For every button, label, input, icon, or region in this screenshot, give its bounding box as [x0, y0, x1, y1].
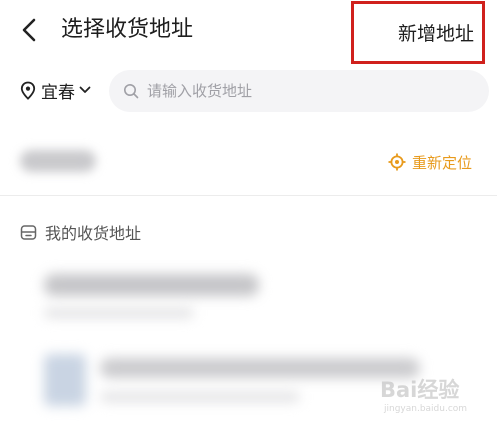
address-list-item[interactable] [0, 262, 497, 334]
location-pin-icon [20, 81, 36, 100]
relocate-label: 重新定位 [412, 153, 473, 172]
add-address-label: 新增地址 [397, 23, 474, 45]
watermark-url-text: jingyan.baidu.com [384, 404, 468, 414]
chevron-left-icon [22, 18, 36, 42]
section-divider [0, 195, 497, 196]
search-icon [124, 84, 139, 99]
address-book-icon [20, 224, 37, 240]
crosshair-icon [388, 153, 406, 171]
header-bar: 选择收货地址 新增地址 [0, 0, 497, 64]
relocate-button[interactable]: 重新定位 [388, 150, 472, 174]
watermark-logo-text: Bai经验 [380, 378, 460, 402]
add-address-button[interactable]: 新增地址 [351, 1, 485, 64]
city-name: 宜春 [41, 82, 75, 103]
baidu-jingyan-watermark: Bai经验 jingyan.baidu.com [370, 370, 490, 420]
address-text-blurred [44, 274, 259, 296]
address-detail-blurred [44, 308, 194, 318]
saved-addresses-title: 我的收货地址 [45, 224, 142, 243]
page-title: 选择收货地址 [61, 17, 194, 42]
search-box[interactable] [109, 70, 489, 112]
back-button[interactable] [16, 16, 44, 44]
current-location-text-blurred [20, 150, 96, 172]
saved-addresses-header: 我的收货地址 [20, 220, 141, 244]
chevron-down-icon [79, 86, 91, 93]
city-selector[interactable]: 宜春 [20, 76, 91, 104]
address-detail-blurred [100, 392, 300, 402]
address-search-input[interactable] [147, 76, 447, 106]
address-avatar-blurred [44, 354, 86, 406]
